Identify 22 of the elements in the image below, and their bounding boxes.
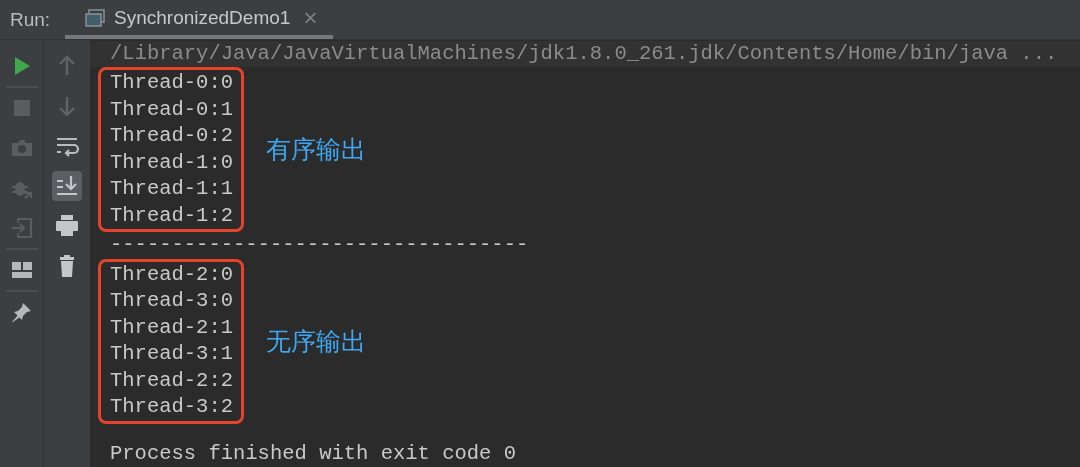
- output-line: Thread-2:2: [109, 367, 234, 394]
- output-line: Thread-0:0: [109, 70, 234, 96]
- annotation: 无序输出: [266, 325, 367, 358]
- console-window-icon: [85, 8, 105, 27]
- annotation: 有序输出: [266, 134, 367, 166]
- output-line: Thread-2:1: [109, 314, 234, 341]
- run-icon[interactable]: [12, 56, 31, 76]
- exit-message: Process finished with exit code 0: [109, 440, 517, 467]
- scroll-to-end-icon[interactable]: [52, 171, 82, 201]
- pin-icon[interactable]: [10, 301, 33, 323]
- output-line: Thread-1:1: [109, 176, 234, 202]
- output-line: Thread-3:0: [109, 288, 234, 314]
- output-line: Thread-1:0: [109, 149, 234, 176]
- output-line: Thread-2:0: [109, 261, 234, 288]
- output-line: Thread-0:2: [109, 123, 234, 149]
- separator-line: ----------------------------------: [109, 232, 530, 258]
- output-line: Thread-0:1: [109, 96, 234, 123]
- output-line: Thread-1:2: [109, 202, 234, 229]
- run-label: Run:: [10, 8, 52, 31]
- output-line: Thread-3:1: [109, 341, 234, 367]
- output-line: Thread-3:2: [109, 394, 234, 420]
- layout-icon[interactable]: [11, 262, 32, 278]
